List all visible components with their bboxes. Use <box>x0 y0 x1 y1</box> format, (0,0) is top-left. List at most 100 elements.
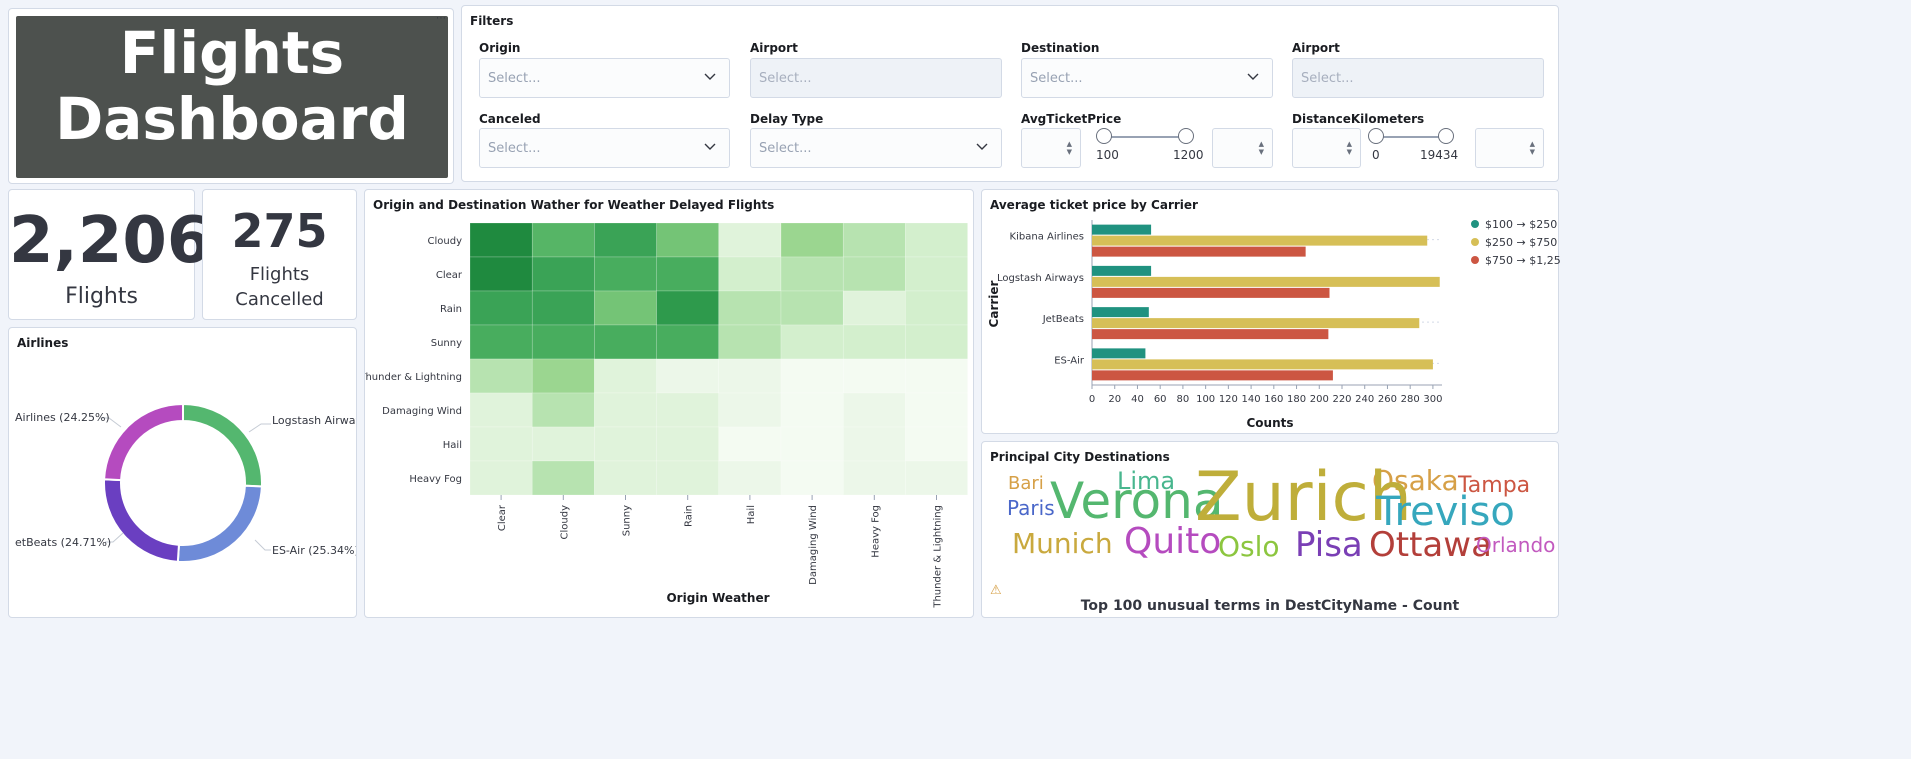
heatmap-cell[interactable] <box>594 426 657 462</box>
tag-cloud-word[interactable]: Orlando <box>1476 535 1555 555</box>
avg-ticket-price-max-handle[interactable] <box>1178 128 1194 144</box>
tag-cloud-word[interactable]: Ottawa <box>1369 528 1492 562</box>
bar[interactable] <box>1092 246 1306 257</box>
heatmap-cell[interactable] <box>531 392 595 428</box>
destination-select[interactable]: Select... <box>1021 58 1273 98</box>
legend-swatch[interactable] <box>1471 256 1479 264</box>
heatmap-cell[interactable] <box>842 392 906 428</box>
stepper-icon[interactable]: ▲ ▼ <box>1259 140 1264 156</box>
panel-options-icon[interactable]: ⋯ <box>436 13 446 24</box>
avg-ticket-price-min-input[interactable]: ▲ ▼ <box>1021 128 1081 168</box>
distance-km-max-input[interactable]: ▲ ▼ <box>1475 128 1544 168</box>
heatmap-cell[interactable] <box>531 256 595 292</box>
delay-type-select[interactable]: Select... <box>750 128 1002 168</box>
heatmap-cell[interactable] <box>718 460 782 496</box>
bar[interactable] <box>1092 359 1433 370</box>
heatmap-cell[interactable] <box>780 358 844 394</box>
distance-km-max-handle[interactable] <box>1438 128 1454 144</box>
bar[interactable] <box>1092 235 1428 246</box>
heatmap-cell[interactable] <box>780 460 844 496</box>
heatmap-cell[interactable] <box>905 358 968 394</box>
heatmap-cell[interactable] <box>718 222 782 258</box>
heatmap-cell[interactable] <box>718 324 782 360</box>
heatmap-cell[interactable] <box>718 256 782 292</box>
heatmap-cell[interactable] <box>905 256 968 292</box>
bar[interactable] <box>1092 318 1420 329</box>
distance-km-slider-track[interactable] <box>1376 136 1446 138</box>
heatmap-cell[interactable] <box>905 222 968 258</box>
heatmap-cell[interactable] <box>842 460 906 496</box>
tag-cloud-word[interactable]: Pisa <box>1295 528 1363 562</box>
heatmap-cell[interactable] <box>780 222 844 258</box>
heatmap-cell[interactable] <box>594 290 657 326</box>
heatmap-cell[interactable] <box>905 426 968 462</box>
heatmap-cell[interactable] <box>594 358 657 394</box>
heatmap-cell[interactable] <box>656 358 720 394</box>
heatmap-cell[interactable] <box>842 256 906 292</box>
bar[interactable] <box>1092 370 1333 381</box>
dest-airport-select[interactable]: Select... <box>1292 58 1544 98</box>
heatmap-cell[interactable] <box>531 222 595 258</box>
tag-cloud-word[interactable]: Bari <box>1008 475 1044 493</box>
heatmap-cell[interactable] <box>842 358 906 394</box>
heatmap-cell[interactable] <box>718 426 782 462</box>
bar[interactable] <box>1092 287 1330 298</box>
heatmap-cell[interactable] <box>905 392 968 428</box>
heatmap-cell[interactable] <box>718 290 782 326</box>
heatmap-cell[interactable] <box>594 392 657 428</box>
bar[interactable] <box>1092 276 1440 287</box>
distance-km-min-handle[interactable] <box>1368 128 1384 144</box>
stepper-icon[interactable]: ▲ ▼ <box>1347 140 1352 156</box>
heatmap-cell[interactable] <box>469 256 533 292</box>
heatmap-cell[interactable] <box>656 256 720 292</box>
heatmap-cell[interactable] <box>656 222 720 258</box>
heatmap-cell[interactable] <box>842 324 906 360</box>
heatmap-cell[interactable] <box>469 392 533 428</box>
heatmap-cell[interactable] <box>469 290 533 326</box>
tag-cloud-word[interactable]: Quito <box>1124 524 1221 560</box>
distance-km-min-input[interactable]: ▲ ▼ <box>1292 128 1361 168</box>
origin-airport-select[interactable]: Select... <box>750 58 1002 98</box>
heatmap-cell[interactable] <box>594 324 657 360</box>
heatmap-cell[interactable] <box>780 256 844 292</box>
legend-swatch[interactable] <box>1471 238 1479 246</box>
heatmap-cell[interactable] <box>469 324 533 360</box>
stepper-icon[interactable]: ▲ ▼ <box>1067 140 1072 156</box>
heatmap-cell[interactable] <box>656 324 720 360</box>
heatmap-cell[interactable] <box>469 426 533 462</box>
bar[interactable] <box>1092 224 1152 235</box>
heatmap-cell[interactable] <box>469 222 533 258</box>
heatmap-cell[interactable] <box>594 222 657 258</box>
heatmap-cell[interactable] <box>531 426 595 462</box>
heatmap-cell[interactable] <box>594 460 657 496</box>
avg-ticket-price-min-handle[interactable] <box>1096 128 1112 144</box>
heatmap-cell[interactable] <box>780 324 844 360</box>
donut-slice[interactable] <box>176 484 263 563</box>
heatmap-cell[interactable] <box>780 426 844 462</box>
bar[interactable] <box>1092 329 1329 340</box>
avg-ticket-price-max-input[interactable]: ▲ ▼ <box>1212 128 1273 168</box>
heatmap-cell[interactable] <box>780 290 844 326</box>
stepper-icon[interactable]: ▲ ▼ <box>1530 140 1535 156</box>
heatmap-cell[interactable] <box>905 324 968 360</box>
bar[interactable] <box>1092 307 1149 318</box>
heatmap-cell[interactable] <box>780 392 844 428</box>
warning-icon[interactable]: ⚠ <box>990 583 1002 598</box>
heatmap-cell[interactable] <box>842 290 906 326</box>
heatmap-cell[interactable] <box>905 290 968 326</box>
tag-cloud-word[interactable]: Oslo <box>1218 533 1280 561</box>
donut-slice[interactable] <box>182 402 263 488</box>
heatmap-cell[interactable] <box>842 426 906 462</box>
avg-ticket-price-slider-track[interactable] <box>1104 136 1186 138</box>
heatmap-cell[interactable] <box>531 324 595 360</box>
heatmap-cell[interactable] <box>656 460 720 496</box>
heatmap-cell[interactable] <box>842 222 906 258</box>
legend-label[interactable]: $750 → $1,250 <box>1485 254 1560 267</box>
bar[interactable] <box>1092 348 1146 359</box>
tag-cloud-word[interactable]: Munich <box>1012 530 1113 558</box>
heatmap-cell[interactable] <box>656 290 720 326</box>
heatmap-cell[interactable] <box>718 392 782 428</box>
heatmap-cell[interactable] <box>531 358 595 394</box>
heatmap-cell[interactable] <box>656 392 720 428</box>
heatmap-cell[interactable] <box>531 290 595 326</box>
